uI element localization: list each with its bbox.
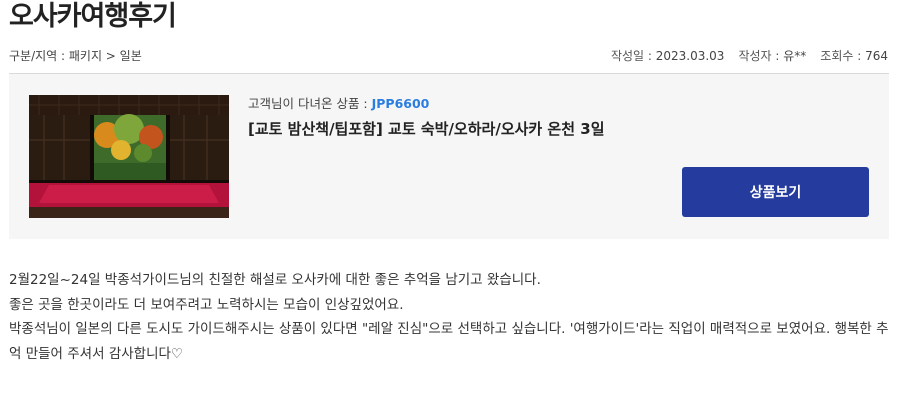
meta-row: 구분/지역 : 패키지 > 일본 작성일 : 2023.03.03 작성자 : … bbox=[9, 46, 888, 64]
review-line: 박종석님이 일본의 다른 도시도 가이드해주시는 상품이 있다면 "레알 진심"… bbox=[9, 321, 889, 362]
review-content: 2월22일~24일 박종석가이드님의 친절한 해설로 오사카에 대한 좋은 추억… bbox=[9, 268, 889, 366]
view-product-button[interactable]: 상품보기 bbox=[682, 167, 869, 217]
product-thumbnail[interactable] bbox=[29, 95, 229, 218]
product-code[interactable]: JPP6600 bbox=[372, 96, 430, 111]
author-label: 작성자 : bbox=[738, 48, 784, 63]
page-title: 오사카여행후기 bbox=[9, 1, 177, 32]
review-detail-page: 오사카여행후기 구분/지역 : 패키지 > 일본 작성일 : 2023.03.0… bbox=[0, 0, 899, 419]
category-path: 구분/지역 : 패키지 > 일본 bbox=[9, 48, 142, 63]
views-info: 조회수 : 764 bbox=[820, 47, 888, 64]
date-info: 작성일 : 2023.03.03 bbox=[611, 47, 725, 64]
review-line: 좋은 곳을 한곳이라도 더 보여주려고 노력하시는 모습이 인상깊었어요. bbox=[9, 296, 404, 313]
meta-info: 작성일 : 2023.03.03 작성자 : 유** 조회수 : 764 bbox=[611, 47, 888, 64]
date-label: 작성일 : bbox=[610, 48, 656, 63]
product-card: 고객님이 다녀온 상품 : JPP6600 [교토 밤산책/팁포함] 교토 숙박… bbox=[9, 73, 889, 239]
views-value: 764 bbox=[865, 48, 888, 63]
views-label: 조회수 : bbox=[820, 48, 866, 63]
product-name[interactable]: [교토 밤산책/팁포함] 교토 숙박/오하라/오사카 온천 3일 bbox=[248, 118, 605, 139]
temple-garden-photo-icon bbox=[29, 95, 229, 218]
guest-product-line: 고객님이 다녀온 상품 : JPP6600 bbox=[248, 93, 429, 112]
date-value: 2023.03.03 bbox=[655, 48, 725, 63]
guest-product-label: 고객님이 다녀온 상품 : bbox=[248, 96, 372, 111]
author-value: 유** bbox=[783, 48, 807, 63]
author-info: 작성자 : 유** bbox=[738, 47, 806, 64]
review-line: 2월22일~24일 박종석가이드님의 친절한 해설로 오사카에 대한 좋은 추억… bbox=[9, 272, 541, 288]
